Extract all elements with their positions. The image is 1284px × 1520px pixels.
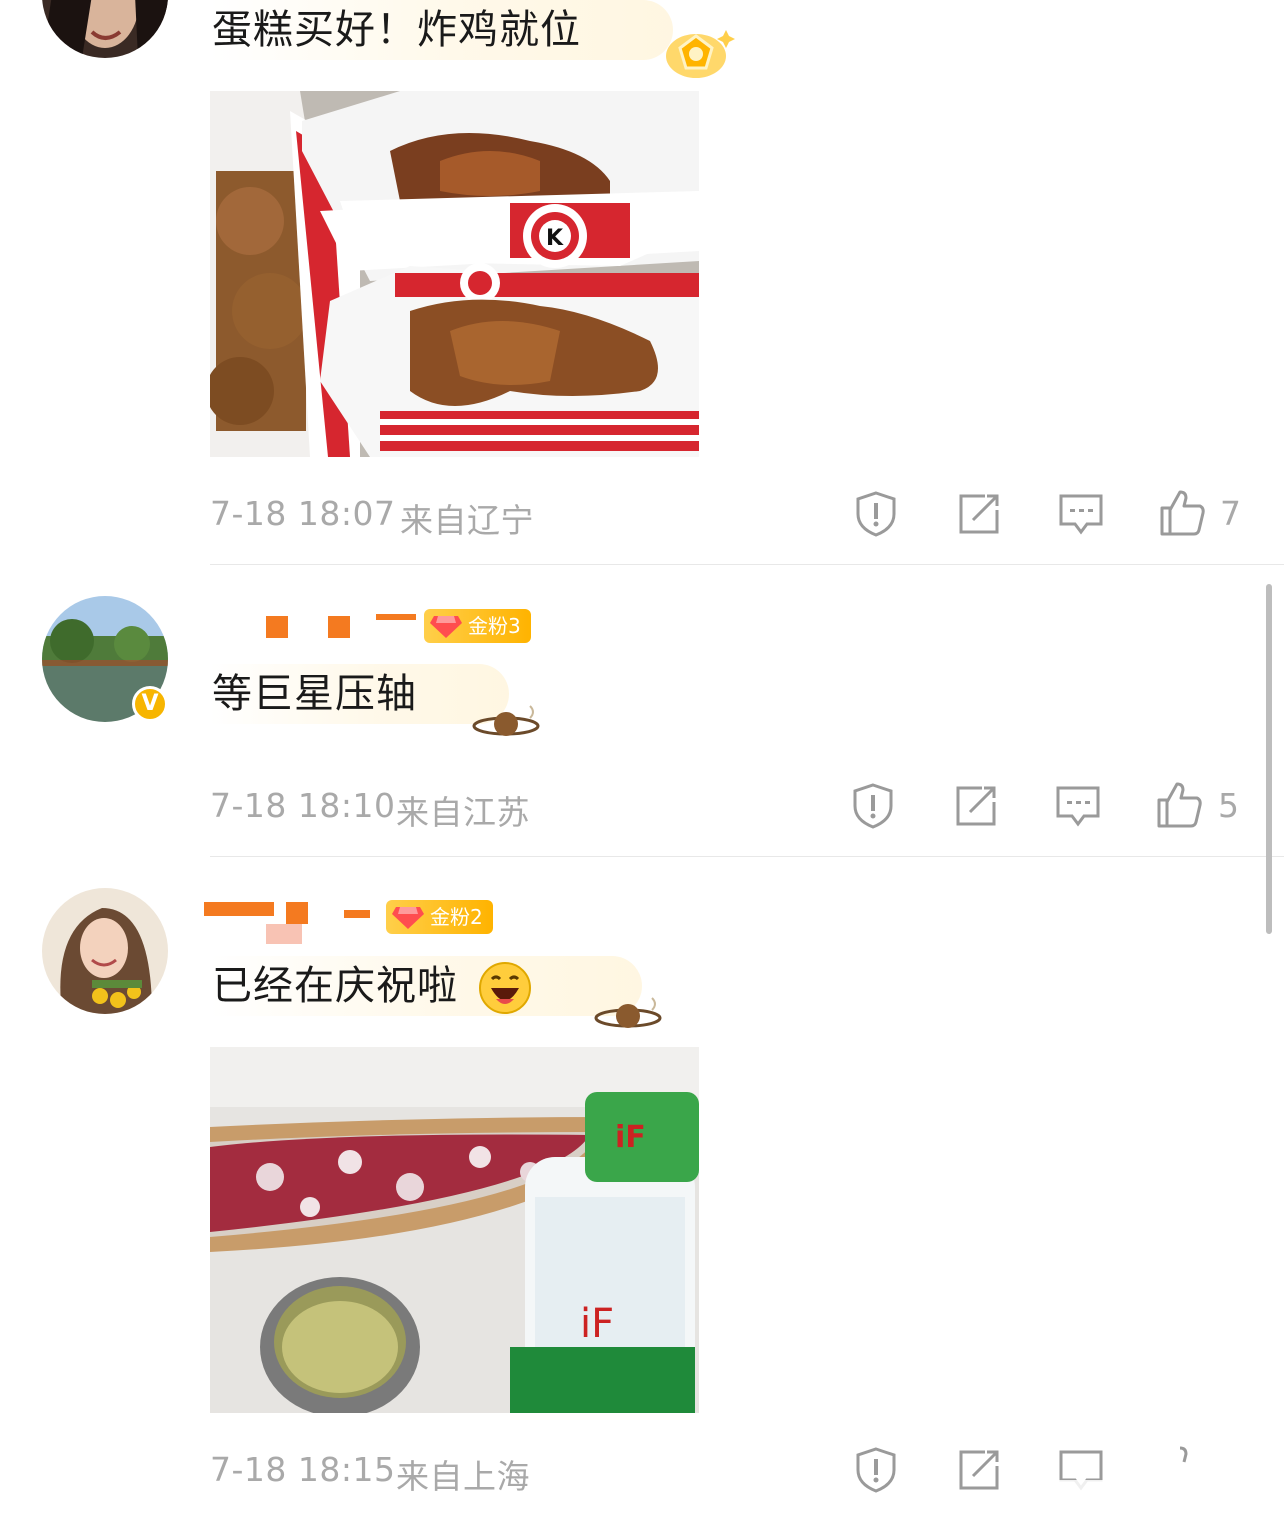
comment-time: 7-18 18:10 — [210, 786, 396, 825]
planet-decoration-icon — [592, 994, 670, 1040]
comment-location: 来自辽宁 — [400, 501, 534, 540]
member-medal-icon — [660, 26, 736, 82]
like-count: 5 — [1218, 786, 1239, 825]
laughing-emoji-icon — [478, 961, 532, 1015]
comment-location: 来自江苏 — [396, 793, 530, 832]
report-icon[interactable] — [852, 490, 900, 538]
report-icon[interactable] — [852, 1446, 900, 1494]
avatar[interactable] — [42, 0, 168, 58]
verified-badge: V — [132, 686, 168, 722]
nickname-blurred[interactable] — [210, 606, 430, 646]
like-count: 7 — [1220, 494, 1241, 533]
nickname-blurred[interactable] — [204, 896, 394, 944]
comment-time: 7-18 18:15 — [210, 1450, 396, 1489]
reply-icon[interactable] — [1057, 490, 1105, 538]
share-icon[interactable] — [952, 782, 1000, 830]
comment-photo[interactable]: iF iF — [210, 1047, 699, 1413]
comment-text: 蛋糕买好！炸鸡就位 — [210, 0, 673, 60]
report-icon[interactable] — [849, 782, 897, 830]
svg-text:iF: iF — [615, 1120, 646, 1155]
avatar[interactable] — [42, 888, 168, 1014]
share-icon[interactable] — [955, 490, 1003, 538]
fan-badge-label: 金粉2 — [430, 905, 483, 929]
planet-decoration-icon — [470, 702, 548, 748]
fan-level-badge: 金粉3 — [424, 609, 531, 643]
thumbs-up-icon[interactable] — [1155, 780, 1203, 828]
svg-text:K: K — [546, 226, 564, 251]
scrollbar[interactable] — [1266, 584, 1272, 934]
fan-level-badge: 金粉2 — [386, 900, 493, 934]
bottle-brand-label: iF — [580, 1301, 614, 1347]
divider — [210, 564, 1284, 565]
fan-badge-label: 金粉3 — [468, 614, 521, 638]
divider — [210, 856, 1284, 857]
comment-text-label: 已经在庆祝啦 — [212, 963, 458, 1009]
thumbs-up-icon[interactable] — [1158, 488, 1206, 536]
comment-photo[interactable]: K — [210, 91, 699, 457]
home-indicator-mask — [1030, 1480, 1260, 1516]
comment-time: 7-18 18:07 — [210, 494, 396, 533]
reply-icon[interactable] — [1054, 782, 1102, 830]
share-icon[interactable] — [955, 1446, 1003, 1494]
comment-location: 来自上海 — [396, 1457, 530, 1496]
comment-text: 等巨星压轴 — [210, 664, 509, 724]
comment-text: 已经在庆祝啦 — [210, 956, 642, 1016]
